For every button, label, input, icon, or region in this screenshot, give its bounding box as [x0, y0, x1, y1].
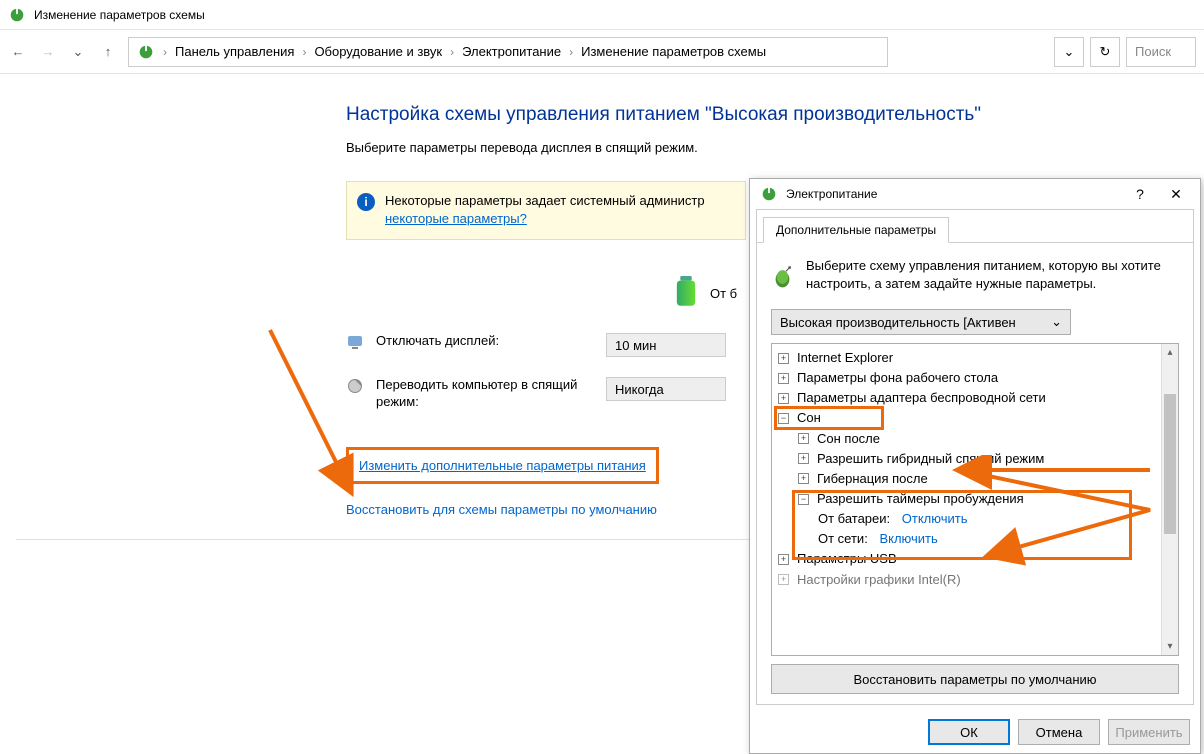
page-subtitle: Выберите параметры перевода дисплея в сп… [346, 140, 1204, 155]
navigation-bar: ← → ⌄ ↑ › Панель управления › Оборудован… [0, 30, 1204, 74]
cancel-button[interactable]: Отмена [1018, 719, 1100, 745]
dialog-title: Электропитание [786, 187, 877, 201]
dialog-tabs: Дополнительные параметры [757, 210, 1193, 243]
battery-icon [674, 276, 698, 311]
expand-icon[interactable]: + [778, 353, 789, 364]
dialog-button-row: ОК Отмена Применить [750, 711, 1200, 753]
info-banner: i Некоторые параметры задает системный а… [346, 181, 746, 240]
power-options-dialog: Электропитание ? ✕ Дополнительные параме… [749, 178, 1201, 754]
help-button[interactable]: ? [1126, 186, 1154, 202]
restore-defaults-button[interactable]: Восстановить параметры по умолчанию [771, 664, 1179, 694]
chevron-down-icon: ⌄ [1051, 314, 1062, 330]
field-label-display-off: Отключать дисплей: [376, 333, 606, 350]
field-label-sleep: Переводить компьютер в спящий режим: [376, 377, 606, 411]
field-value-sleep[interactable]: Никогда [606, 377, 726, 401]
ok-button[interactable]: ОК [928, 719, 1010, 745]
info-message: Некоторые параметры задает системный адм… [385, 193, 705, 208]
tree-node-ie[interactable]: +Internet Explorer [776, 348, 1174, 368]
tree-node-intel-gfx[interactable]: +Настройки графики Intel(R) [776, 570, 1174, 590]
breadcrumb-item[interactable]: Панель управления [175, 44, 294, 59]
tree-node-sleep-after[interactable]: +Сон после [776, 429, 1174, 449]
link-advanced-settings[interactable]: Изменить дополнительные параметры питани… [359, 458, 646, 473]
search-input[interactable]: Поиск [1126, 37, 1196, 67]
dialog-description: Выберите схему управления питанием, кото… [806, 257, 1179, 292]
refresh-button[interactable]: ↻ [1090, 37, 1120, 67]
chevron-right-icon: › [569, 45, 573, 59]
search-placeholder: Поиск [1135, 44, 1171, 59]
display-off-icon [346, 333, 364, 351]
dialog-titlebar: Электропитание ? ✕ [750, 179, 1200, 209]
close-button[interactable]: ✕ [1162, 186, 1190, 203]
address-history-dropdown[interactable]: ⌄ [1054, 37, 1084, 67]
window-titlebar: Изменение параметров схемы [0, 0, 1204, 30]
back-button[interactable]: ← [8, 42, 28, 62]
annotation-highlight-sleep [774, 406, 884, 430]
info-icon: i [357, 193, 375, 211]
breadcrumb-item[interactable]: Оборудование и звук [314, 44, 442, 59]
breadcrumb-app-icon [137, 43, 155, 61]
expand-icon[interactable]: + [778, 574, 789, 585]
recent-dropdown[interactable]: ⌄ [68, 42, 88, 62]
up-button[interactable]: ↑ [98, 42, 118, 62]
info-text: Некоторые параметры задает системный адм… [385, 192, 705, 227]
window-title: Изменение параметров схемы [34, 8, 205, 22]
breadcrumb[interactable]: › Панель управления › Оборудование и зву… [128, 37, 888, 67]
scroll-down-arrow[interactable]: ▾ [1162, 638, 1178, 655]
field-value-display-off[interactable]: 10 мин [606, 333, 726, 357]
footer-separator [16, 539, 836, 540]
scroll-up-arrow[interactable]: ▴ [1162, 344, 1178, 361]
expand-icon[interactable]: + [778, 554, 789, 565]
expand-icon[interactable]: + [798, 453, 809, 464]
scheme-select-value: Высокая производительность [Активен [780, 315, 1016, 330]
tree-scrollbar[interactable]: ▴ ▾ [1161, 344, 1178, 655]
tab-advanced[interactable]: Дополнительные параметры [763, 217, 949, 243]
expand-icon[interactable]: + [798, 473, 809, 484]
scroll-thumb[interactable] [1164, 394, 1176, 534]
apply-button[interactable]: Применить [1108, 719, 1190, 745]
chevron-right-icon: › [163, 45, 167, 59]
breadcrumb-item[interactable]: Электропитание [462, 44, 561, 59]
forward-button[interactable]: → [38, 42, 58, 62]
sleep-icon [346, 377, 364, 395]
chevron-right-icon: › [302, 45, 306, 59]
tree-node-hybrid-sleep[interactable]: +Разрешить гибридный спящий режим [776, 449, 1174, 469]
dialog-body: Дополнительные параметры Выберите схему … [756, 209, 1194, 705]
battery-column-label: От б [710, 286, 737, 301]
breadcrumb-item[interactable]: Изменение параметров схемы [581, 44, 766, 59]
expand-icon[interactable]: + [778, 393, 789, 404]
tree-node-hibernate-after[interactable]: +Гибернация после [776, 469, 1174, 489]
page-title: Настройка схемы управления питанием "Выс… [346, 104, 1204, 126]
settings-tree[interactable]: +Internet Explorer +Параметры фона рабоч… [771, 343, 1179, 656]
tree-node-desktop-bg[interactable]: +Параметры фона рабочего стола [776, 368, 1174, 388]
power-scheme-select[interactable]: Высокая производительность [Активен ⌄ [771, 309, 1071, 335]
link-advanced-highlight: Изменить дополнительные параметры питани… [346, 447, 659, 484]
chevron-right-icon: › [450, 45, 454, 59]
annotation-highlight-wake-timers [792, 490, 1132, 560]
info-link[interactable]: некоторые параметры? [385, 211, 527, 226]
power-plan-icon [771, 257, 794, 297]
dialog-app-icon [760, 185, 778, 203]
expand-icon[interactable]: + [798, 433, 809, 444]
titlebar-app-icon [8, 6, 26, 24]
expand-icon[interactable]: + [778, 373, 789, 384]
